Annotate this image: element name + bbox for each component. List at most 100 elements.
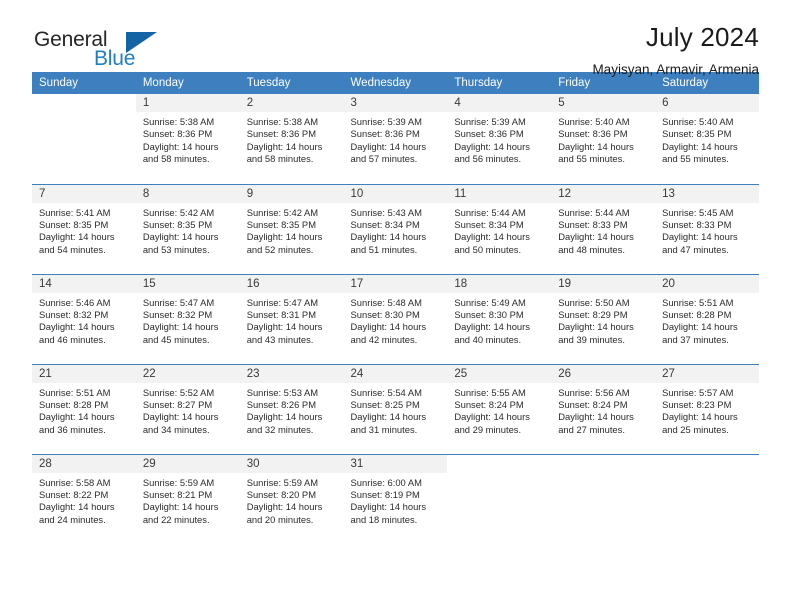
calendar-day-cell[interactable]: 9 Sunrise: 5:42 AM Sunset: 8:35 PM Daylight… [239,183,344,274]
day-details: Sunrise: 5:59 AM Sunset: 8:20 PM Daylight:… [240,473,344,527]
day-daylight-line: Daylight: 14 hours [142,231,219,243]
calendar-day-cell[interactable]: 30 Sunrise: 5:59 AM Sunset: 8:20 PM Dayligh… [239,453,344,544]
day-daylight-line: and 52 minutes. [246,243,314,255]
day-sunrise-line: Sunrise: 5:39 AM [454,116,526,127]
logo-text-blue: Blue [94,47,136,70]
day-number: 7 [32,184,136,203]
calendar-day-cell[interactable]: 26 Sunrise: 5:56 AM Sunset: 8:24 PM Dayligh… [551,363,656,454]
day-sunset-line: Sunset: 8:35 PM [39,218,109,230]
day-daylight-line: and 48 minutes. [558,243,625,255]
day-sunset-line: Sunset: 8:21 PM [142,488,213,500]
day-sunset-line: Sunset: 8:27 PM [142,398,213,410]
calendar-day-cell[interactable]: 12 Sunrise: 5:44 AM Sunset: 8:33 PM Dayligh… [551,183,656,274]
day-daylight-line: and 51 minutes. [350,243,418,255]
day-daylight-line: Daylight: 14 hours [350,321,427,333]
day-sunrise-line: Sunrise: 5:51 AM [39,386,111,398]
general-blue-logo[interactable]: General Blue [34,28,164,76]
day-daylight-line: Daylight: 14 hours [558,140,634,152]
calendar-day-cell[interactable]: 27 Sunrise: 5:57 AM Sunset: 8:23 PM Dayligh… [655,363,759,454]
day-sunrise-line: Sunrise: 5:44 AM [454,206,526,218]
day-daylight-line: and 50 minutes. [454,243,522,255]
day-details: Sunrise: 5:51 AM Sunset: 8:28 PM Daylight:… [655,293,759,347]
day-number: 15 [135,274,240,293]
day-daylight-line: Daylight: 14 hours [454,140,530,152]
day-number [32,94,136,112]
day-details: Sunrise: 5:50 AM Sunset: 8:29 PM Daylight:… [551,293,655,347]
day-sunrise-line: Sunrise: 5:39 AM [350,116,422,127]
day-daylight-line: and 58 minutes. [246,153,314,165]
calendar-day-cell[interactable]: 19 Sunrise: 5:50 AM Sunset: 8:29 PM Dayligh… [551,273,656,364]
calendar-day-cell[interactable]: 11 Sunrise: 5:44 AM Sunset: 8:34 PM Dayligh… [447,183,552,274]
day-sunset-line: Sunset: 8:25 PM [350,398,420,410]
calendar-day-cell[interactable]: 24 Sunrise: 5:54 AM Sunset: 8:25 PM Dayligh… [343,363,448,454]
day-daylight-line: Daylight: 14 hours [142,411,219,423]
day-sunset-line: Sunset: 8:28 PM [662,308,732,320]
day-number [655,454,759,473]
day-daylight-line: Daylight: 14 hours [246,411,323,423]
weekday-header-tuesday: Tuesday [239,72,344,94]
calendar-day-cell[interactable]: 1 Sunrise: 5:38 AM Sunset: 8:36 PM Daylight… [135,94,240,184]
day-number: 20 [655,274,759,293]
day-sunrise-line: Sunrise: 5:58 AM [39,476,111,488]
calendar-day-cell[interactable]: 15 Sunrise: 5:47 AM Sunset: 8:32 PM Dayligh… [135,273,240,364]
calendar-day-cell[interactable]: 4 Sunrise: 5:39 AM Sunset: 8:36 PM Daylight… [447,94,552,184]
day-sunset-line: Sunset: 8:33 PM [662,218,732,230]
day-sunset-line: Sunset: 8:36 PM [142,128,213,140]
day-daylight-line: Daylight: 14 hours [142,501,219,513]
calendar-day-cell[interactable]: 25 Sunrise: 5:55 AM Sunset: 8:24 PM Dayligh… [447,363,552,454]
day-number: 14 [32,274,136,293]
day-daylight-line: Daylight: 14 hours [558,231,634,243]
day-details: Sunrise: 5:56 AM Sunset: 8:24 PM Daylight:… [551,383,655,437]
day-daylight-line: Daylight: 14 hours [558,321,634,333]
day-daylight-line: and 24 minutes. [39,513,106,525]
calendar-day-cell[interactable]: 17 Sunrise: 5:48 AM Sunset: 8:30 PM Dayligh… [343,273,448,364]
day-daylight-line: and 58 minutes. [142,153,210,165]
day-daylight-line: Daylight: 14 hours [246,501,323,513]
calendar-day-cell[interactable]: 20 Sunrise: 5:51 AM Sunset: 8:28 PM Dayligh… [655,273,759,364]
day-sunrise-line: Sunrise: 5:45 AM [662,206,734,218]
calendar-day-cell[interactable]: 13 Sunrise: 5:45 AM Sunset: 8:33 PM Dayligh… [655,183,759,274]
calendar-week-row: 1 Sunrise: 5:38 AM Sunset: 8:36 PM Daylight… [32,94,759,184]
day-sunset-line: Sunset: 8:32 PM [142,308,213,320]
day-daylight-line: Daylight: 14 hours [142,321,219,333]
calendar-day-cell[interactable]: 16 Sunrise: 5:47 AM Sunset: 8:31 PM Dayligh… [239,273,344,364]
day-number: 10 [343,184,448,203]
day-sunrise-line: Sunrise: 5:57 AM [662,386,734,398]
day-daylight-line: Daylight: 14 hours [662,231,738,243]
calendar-day-cell[interactable]: 5 Sunrise: 5:40 AM Sunset: 8:36 PM Daylight… [551,94,656,184]
day-sunset-line: Sunset: 8:31 PM [246,308,316,320]
calendar-day-cell[interactable]: 2 Sunrise: 5:38 AM Sunset: 8:36 PM Daylight… [239,94,344,184]
day-daylight-line: and 57 minutes. [350,153,418,165]
day-number: 2 [239,94,344,112]
day-number [551,454,656,473]
calendar-week-row: 28 Sunrise: 5:58 AM Sunset: 8:22 PM Dayligh… [32,453,759,544]
calendar-day-cell[interactable]: 18 Sunrise: 5:49 AM Sunset: 8:30 PM Dayligh… [447,273,552,364]
calendar-day-cell[interactable]: 7 Sunrise: 5:41 AM Sunset: 8:35 PM Daylight… [32,183,136,274]
day-details: Sunrise: 5:40 AM Sunset: 8:35 PM Daylight:… [655,112,759,166]
day-sunrise-line: Sunrise: 5:38 AM [246,116,319,127]
calendar-day-cell[interactable]: 23 Sunrise: 5:53 AM Sunset: 8:26 PM Dayligh… [239,363,344,454]
calendar-day-cell[interactable]: 29 Sunrise: 5:59 AM Sunset: 8:21 PM Dayligh… [135,453,240,544]
day-daylight-line: Daylight: 14 hours [662,411,738,423]
calendar-day-cell[interactable]: 28 Sunrise: 5:58 AM Sunset: 8:22 PM Dayligh… [32,453,136,544]
day-daylight-line: and 25 minutes. [662,423,729,435]
calendar-week-row: 7 Sunrise: 5:41 AM Sunset: 8:35 PM Daylight… [32,183,759,274]
calendar-day-cell[interactable]: 22 Sunrise: 5:52 AM Sunset: 8:27 PM Dayligh… [135,363,240,454]
calendar-day-cell[interactable]: 10 Sunrise: 5:43 AM Sunset: 8:34 PM Dayligh… [343,183,448,274]
calendar-day-cell[interactable]: 6 Sunrise: 5:40 AM Sunset: 8:35 PM Daylight… [655,94,759,184]
day-sunset-line: Sunset: 8:19 PM [350,488,420,500]
day-number: 18 [447,274,552,293]
calendar-day-cell[interactable]: 14 Sunrise: 5:46 AM Sunset: 8:32 PM Dayligh… [32,273,136,364]
day-daylight-line: and 55 minutes. [558,153,625,165]
calendar-table: Sunday Monday Tuesday Wednesday Thursday… [32,72,759,544]
day-details: Sunrise: 5:41 AM Sunset: 8:35 PM Daylight:… [32,203,136,257]
day-details: Sunrise: 5:44 AM Sunset: 8:34 PM Daylight:… [447,203,551,257]
day-daylight-line: Daylight: 14 hours [39,411,115,423]
calendar-day-cell[interactable]: 21 Sunrise: 5:51 AM Sunset: 8:28 PM Dayligh… [32,363,136,454]
weekday-header-wednesday: Wednesday [343,72,448,94]
calendar-day-cell[interactable]: 31 Sunrise: 6:00 AM Sunset: 8:19 PM Dayligh… [343,453,448,544]
day-number: 12 [551,184,656,203]
calendar-day-cell[interactable]: 3 Sunrise: 5:39 AM Sunset: 8:36 PM Daylight… [343,94,448,184]
day-sunrise-line: Sunrise: 5:43 AM [350,206,422,218]
calendar-day-cell[interactable]: 8 Sunrise: 5:42 AM Sunset: 8:35 PM Daylight… [135,183,240,274]
